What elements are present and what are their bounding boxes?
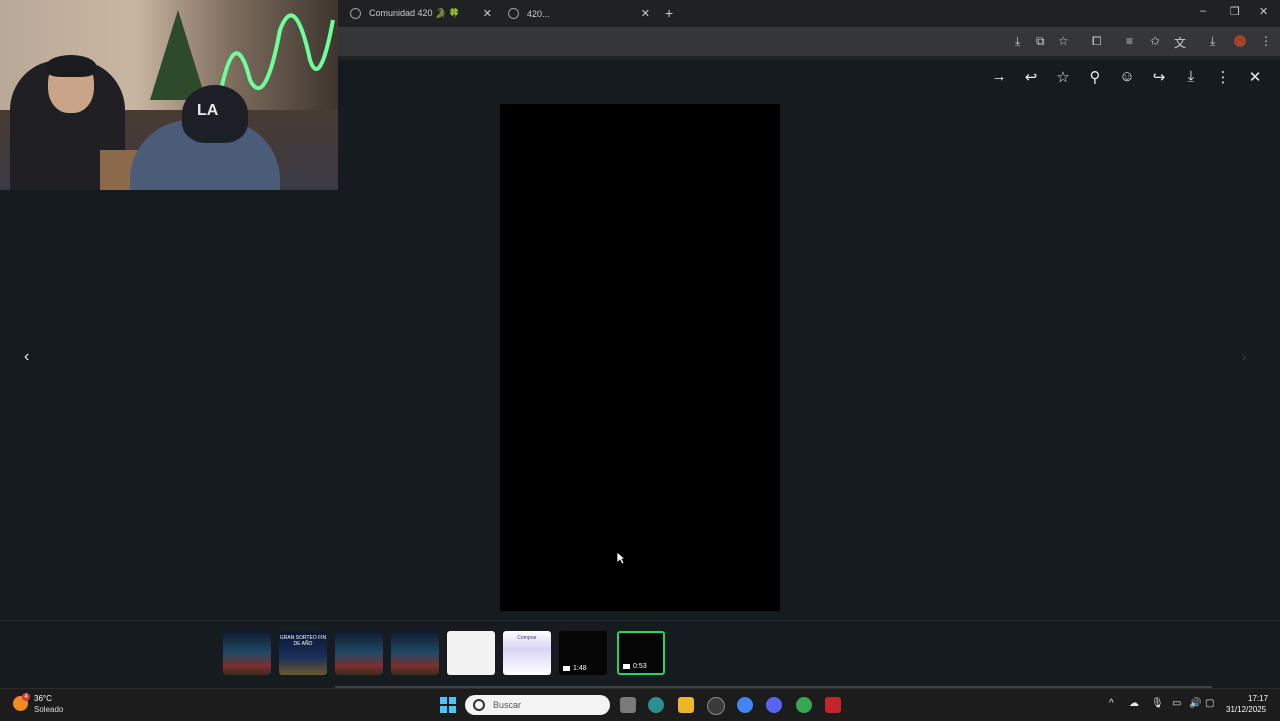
network-icon[interactable]: ▭ xyxy=(1172,698,1181,709)
chrome-icon[interactable] xyxy=(737,697,753,713)
search-icon xyxy=(473,699,485,711)
minimize-button[interactable]: – xyxy=(1200,5,1206,17)
browser-tab[interactable]: 420... ✕ xyxy=(508,0,650,27)
profile-avatar[interactable] xyxy=(1234,35,1246,47)
install-app-icon[interactable]: ⧉ xyxy=(1036,34,1045,49)
browser-tab[interactable]: Comunidad 420 🐊 🍀 ✕ xyxy=(350,0,492,27)
weather-badge: 4 xyxy=(22,693,30,701)
new-tab-button[interactable]: + xyxy=(665,5,673,21)
video-duration: 0:53 xyxy=(623,663,647,670)
arrow-right-icon[interactable]: → xyxy=(990,68,1008,85)
start-tile xyxy=(449,706,456,713)
weather-temperature[interactable]: 36°C xyxy=(34,694,52,703)
previous-media-button[interactable]: ‹ xyxy=(24,348,29,366)
start-tile xyxy=(449,697,456,704)
favorites-icon[interactable]: ✩ xyxy=(1150,34,1160,48)
video-editor-icon[interactable] xyxy=(825,697,841,713)
streamer-1-hair xyxy=(46,55,96,77)
video-camera-icon xyxy=(563,666,570,671)
notification-icon[interactable]: ▢ xyxy=(1205,698,1214,709)
duration-text: 0:53 xyxy=(633,663,647,670)
start-tile xyxy=(440,697,447,704)
clock-date[interactable]: 31/12/2025 xyxy=(1226,705,1266,714)
discord-icon[interactable] xyxy=(766,697,782,713)
search-placeholder: Buscar xyxy=(493,700,522,710)
tab-title: Comunidad 420 🐊 🍀 xyxy=(369,8,460,18)
thumbnail[interactable]: GRAN SORTEO FIN DE AÑO xyxy=(279,631,327,675)
app-icon[interactable] xyxy=(707,697,725,715)
downloads-icon[interactable]: ⤓ xyxy=(1210,34,1215,49)
extensions-icon[interactable]: ⧠ xyxy=(1092,34,1102,49)
tab-title: 420... xyxy=(527,8,550,19)
bookmark-star-icon[interactable]: ☆ xyxy=(1058,34,1069,48)
close-icon[interactable]: ✕ xyxy=(1246,68,1264,86)
video-duration: 1:48 xyxy=(563,665,587,672)
thumbnail[interactable] xyxy=(447,631,495,675)
download-icon[interactable]: ⤓ xyxy=(1182,68,1200,85)
thumbnail[interactable] xyxy=(391,631,439,675)
start-tile xyxy=(440,706,447,713)
thumbnail[interactable]: Comprar xyxy=(503,631,551,675)
show-hidden-icons-icon[interactable]: ^ xyxy=(1109,698,1114,709)
browser-toolbar: ⤓ ⧉ ☆ ⧠ ≡ ✩ 文 ⤓ ⋮ xyxy=(338,27,1280,56)
globe-icon xyxy=(508,8,519,19)
translate-icon[interactable]: 文 xyxy=(1174,34,1186,51)
duration-text: 1:48 xyxy=(573,665,587,672)
edge-icon[interactable] xyxy=(648,697,664,713)
more-icon[interactable]: ⋮ xyxy=(1214,68,1232,86)
task-view-icon[interactable] xyxy=(620,697,636,713)
star-icon[interactable]: ☆ xyxy=(1054,68,1072,86)
thumbnail-video-selected[interactable]: 0:53 xyxy=(617,631,665,675)
mouse-cursor-icon xyxy=(616,551,626,565)
emoji-icon[interactable]: ☺ xyxy=(1118,68,1136,85)
browser-menu-icon[interactable]: ⋮ xyxy=(1260,34,1272,48)
start-button[interactable] xyxy=(440,697,456,713)
media-content[interactable] xyxy=(500,104,780,611)
cap-logo: LA xyxy=(197,102,219,119)
globe-icon xyxy=(350,8,361,19)
weather-condition[interactable]: Soleado xyxy=(34,705,63,714)
volume-icon[interactable]: 🔊 xyxy=(1189,698,1201,709)
pin-icon[interactable]: ⚲ xyxy=(1086,68,1104,86)
window-close-button[interactable]: ✕ xyxy=(1259,5,1268,18)
thumbnail-label: Comprar xyxy=(517,635,537,641)
taskbar: 4 36°C Soleado Buscar ^ ☁ 🎙 ▭ 🔊 ▢ 17:17 … xyxy=(0,688,1280,721)
thumbnail[interactable] xyxy=(335,631,383,675)
thumbnail[interactable] xyxy=(223,631,271,675)
video-camera-icon xyxy=(623,664,630,669)
chrome-profile-icon[interactable] xyxy=(796,697,812,713)
download-icon[interactable]: ⤓ xyxy=(1015,34,1020,49)
browser-tab-bar: Comunidad 420 🐊 🍀 ✕ 420... ✕ + – ❐ ✕ xyxy=(338,0,1280,27)
extension-icon[interactable]: ≡ xyxy=(1126,34,1133,48)
taskbar-search[interactable]: Buscar xyxy=(465,695,610,715)
next-media-button[interactable]: › xyxy=(1242,348,1247,364)
reply-icon[interactable]: ↩ xyxy=(1022,68,1040,86)
onedrive-icon[interactable]: ☁ xyxy=(1129,698,1139,709)
maximize-button[interactable]: ❐ xyxy=(1230,5,1240,18)
clock-time[interactable]: 17:17 xyxy=(1248,694,1268,703)
forward-icon[interactable]: ↪ xyxy=(1150,68,1168,86)
tab-close-icon[interactable]: ✕ xyxy=(483,7,492,20)
tab-close-icon[interactable]: ✕ xyxy=(641,7,650,20)
webcam-overlay: LA xyxy=(0,0,338,190)
thumbnail-label: GRAN SORTEO FIN DE AÑO xyxy=(279,635,327,647)
thumbnail-strip: GRAN SORTEO FIN DE AÑO Comprar 1:48 0:53 xyxy=(0,620,1280,688)
file-explorer-icon[interactable] xyxy=(678,697,694,713)
thumbnail-video[interactable]: 1:48 xyxy=(559,631,607,675)
christmas-tree xyxy=(150,10,206,100)
microphone-icon[interactable]: 🎙 xyxy=(1151,698,1164,709)
